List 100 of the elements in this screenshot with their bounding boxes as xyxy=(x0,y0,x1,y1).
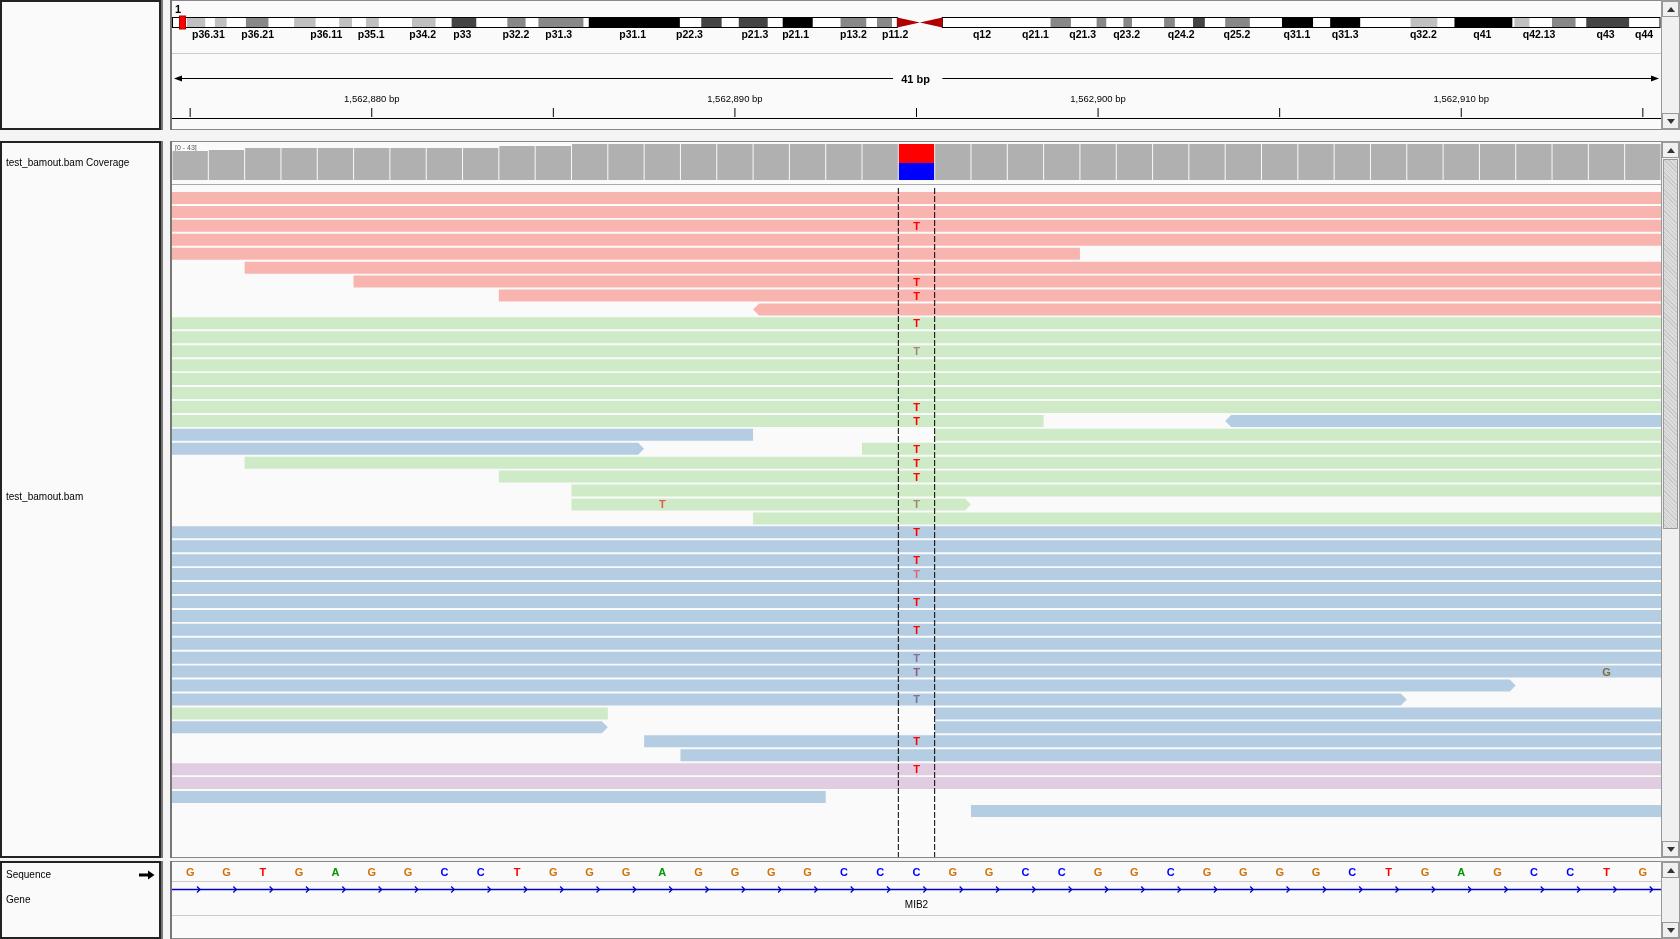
sequence-base: G xyxy=(1202,866,1212,878)
aligned-read[interactable] xyxy=(172,721,608,734)
mismatch-base: T xyxy=(913,400,920,413)
aligned-read[interactable] xyxy=(244,456,1661,469)
band-label: q31.3 xyxy=(1331,28,1359,40)
ruler-label: 1,562,880 bp xyxy=(344,93,400,104)
band-label: q24.2 xyxy=(1167,28,1195,40)
sequence-base: G xyxy=(403,866,413,878)
band-label: q21.1 xyxy=(1022,28,1049,40)
sequence-base: C xyxy=(1566,866,1575,878)
sequence-base: G xyxy=(1130,866,1139,878)
band-label: q43 xyxy=(1596,28,1615,40)
gene-feature[interactable] xyxy=(172,885,1661,894)
mismatch-base: T xyxy=(913,526,920,539)
aligned-read[interactable] xyxy=(753,512,1661,525)
band-label: q42.13 xyxy=(1522,28,1556,40)
aligned-read[interactable] xyxy=(971,804,1661,817)
aligned-read[interactable] xyxy=(244,261,1661,274)
scrollbar-thumb[interactable] xyxy=(1663,159,1678,529)
scroll-down-button[interactable] xyxy=(1662,841,1679,857)
sequence-base: A xyxy=(1457,866,1466,878)
ruler-label: 1,562,910 bp xyxy=(1433,93,1489,104)
scroll-up-button[interactable] xyxy=(1662,1,1679,17)
band-label: q41 xyxy=(1473,28,1492,40)
aligned-read[interactable] xyxy=(753,303,1661,316)
scroll-up-button[interactable] xyxy=(1662,142,1679,158)
sequence-base: C xyxy=(1021,866,1030,878)
scrollbar[interactable] xyxy=(1661,141,1680,858)
sequence-base: G xyxy=(984,866,994,878)
band-label: p31.1 xyxy=(619,28,647,40)
sequence-base: T xyxy=(259,866,267,878)
mismatch-base: T xyxy=(913,651,920,664)
mismatch-base: T xyxy=(658,498,666,511)
aligned-read[interactable] xyxy=(498,470,1661,483)
sequence-base: T xyxy=(1385,866,1392,878)
aligned-read[interactable] xyxy=(1225,414,1661,427)
strand-arrow-icon[interactable] xyxy=(139,869,155,880)
band-label: p34.2 xyxy=(409,28,437,40)
aligned-read[interactable] xyxy=(172,205,1661,218)
region-marker xyxy=(179,15,186,30)
aligned-read[interactable] xyxy=(644,735,1661,748)
down-arrow-icon xyxy=(1666,927,1675,933)
up-arrow-icon xyxy=(1666,867,1675,873)
sequence-base: G xyxy=(1493,866,1502,878)
scroll-up-button[interactable] xyxy=(1662,862,1679,878)
sequence-base: A xyxy=(658,866,667,878)
sequence-base: T xyxy=(513,866,521,878)
sequence-base: G xyxy=(694,866,703,878)
down-arrow-icon xyxy=(1666,118,1675,124)
sequence-base: G xyxy=(222,866,231,878)
aligned-read[interactable] xyxy=(353,275,1661,288)
mismatch-base: T xyxy=(913,568,920,581)
sequence-base: G xyxy=(803,866,812,878)
track-name[interactable]: Gene xyxy=(2,892,159,907)
band-label: p33 xyxy=(453,28,472,40)
band-label: p21.3 xyxy=(741,28,769,40)
sequence-base: T xyxy=(1603,866,1610,878)
band-label: p11.2 xyxy=(882,28,909,40)
panel-splitter[interactable] xyxy=(161,861,172,939)
mismatch-base: G xyxy=(1602,665,1611,678)
scroll-down-button[interactable] xyxy=(1662,922,1679,938)
aligned-read[interactable] xyxy=(571,484,1661,497)
panel-splitter[interactable] xyxy=(161,0,172,130)
band-label: q32.2 xyxy=(1409,28,1437,40)
band-label: p31.3 xyxy=(545,28,573,40)
sequence-base: G xyxy=(948,866,958,878)
scroll-down-button[interactable] xyxy=(1662,113,1679,129)
mismatch-base: T xyxy=(913,595,920,608)
sequence-base: G xyxy=(730,866,740,878)
sequence-base: G xyxy=(1420,866,1430,878)
aligned-read[interactable] xyxy=(934,428,1661,441)
aligned-read[interactable] xyxy=(862,442,1661,455)
sequence-base: G xyxy=(766,866,776,878)
mismatch-base: T xyxy=(913,414,920,427)
aligned-read[interactable] xyxy=(571,498,971,511)
band-label: p32.2 xyxy=(502,28,530,40)
mismatch-base: T xyxy=(913,665,920,678)
sequence-base: G xyxy=(1311,866,1321,878)
aligned-read[interactable] xyxy=(680,749,1661,762)
aligned-read[interactable] xyxy=(934,721,1661,734)
track-name[interactable]: test_bamout.bam Coverage xyxy=(2,155,159,167)
aligned-read[interactable] xyxy=(498,289,1661,302)
mismatch-base: T xyxy=(913,345,920,358)
chromosome-ideogram-drawing[interactable] xyxy=(172,17,1661,28)
track-name[interactable]: test_bamout.bam xyxy=(2,489,159,504)
span-label: 41 bp xyxy=(901,72,930,85)
down-arrow-icon xyxy=(1666,846,1675,852)
aligned-read[interactable] xyxy=(934,707,1661,720)
ruler-label: 1,562,890 bp xyxy=(707,93,763,104)
mismatch-base: T xyxy=(913,275,920,288)
sequence-base: A xyxy=(331,866,340,878)
up-arrow-icon xyxy=(1666,147,1675,153)
band-label: p36.31 xyxy=(192,28,225,40)
sequence-base: G xyxy=(1275,866,1284,878)
track-name[interactable]: Sequence xyxy=(6,867,52,882)
mismatch-base: T xyxy=(913,693,920,706)
mismatch-base: T xyxy=(913,623,920,636)
sequence-base: C xyxy=(876,866,885,878)
scrollbar[interactable] xyxy=(1661,861,1680,939)
scrollbar[interactable] xyxy=(1661,0,1680,130)
